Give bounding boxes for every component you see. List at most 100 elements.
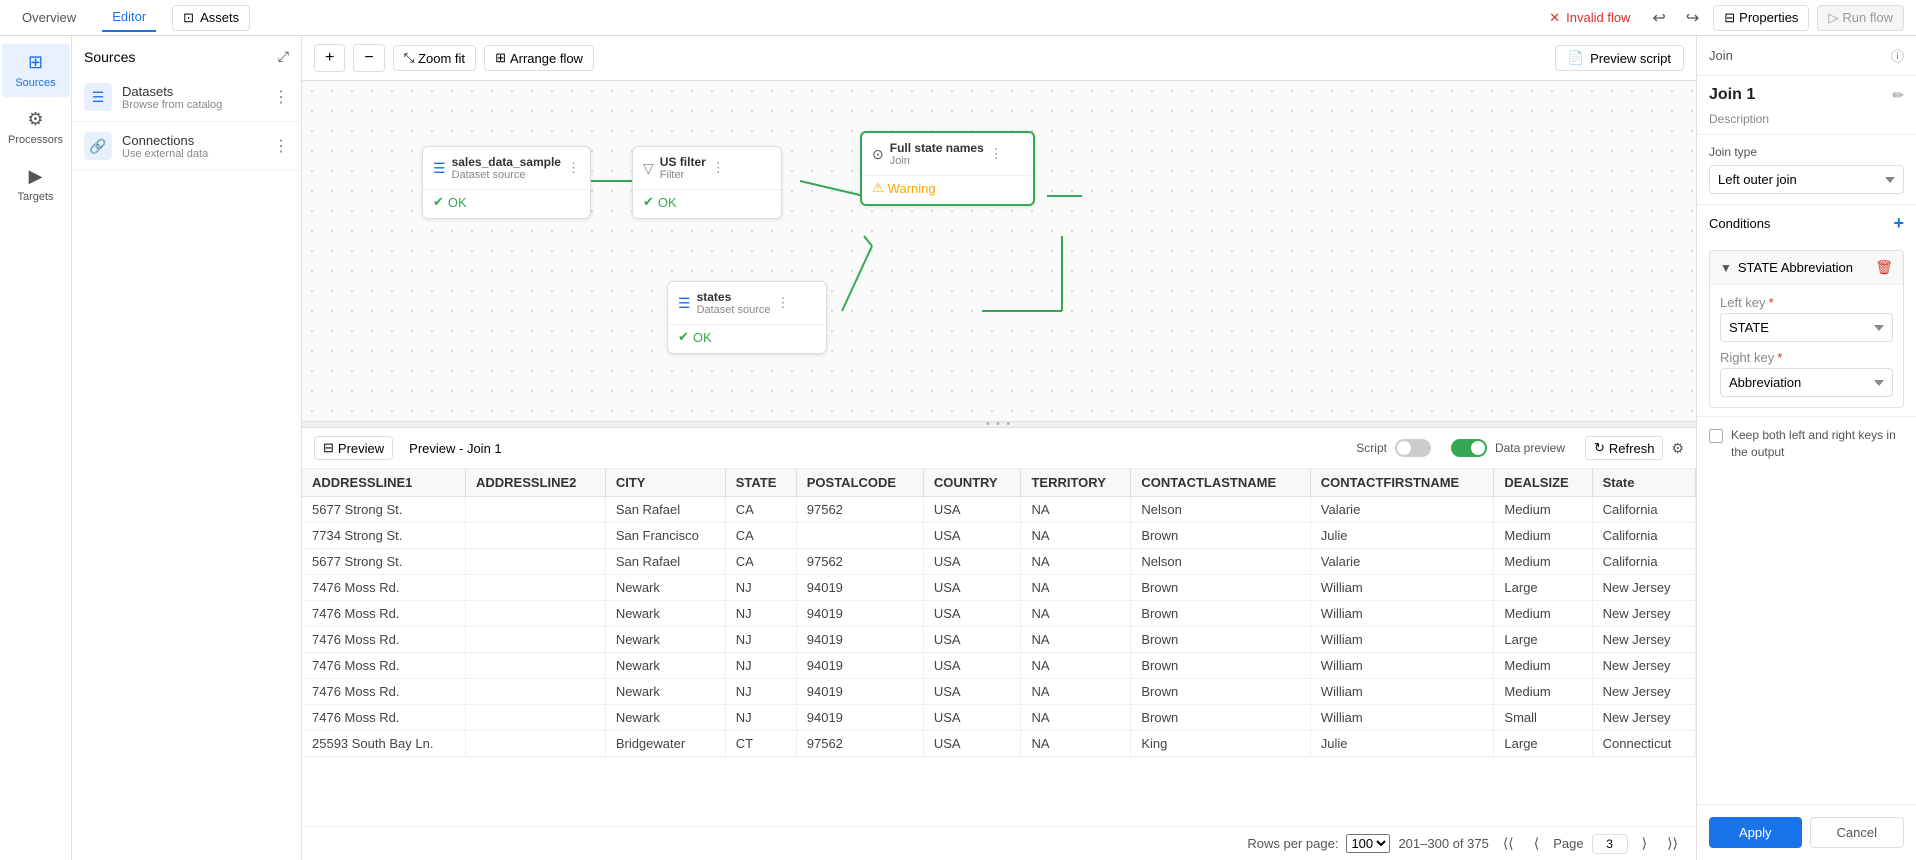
join-type-select[interactable]: Left outer join Inner join Right outer j…	[1709, 165, 1904, 194]
page-next-button[interactable]: ⟩	[1636, 833, 1653, 854]
table-cell: NJ	[725, 601, 796, 627]
table-row: 7476 Moss Rd.NewarkNJ94019USANABrownWill…	[302, 653, 1696, 679]
properties-button[interactable]: ⊟ Properties	[1713, 5, 1809, 31]
run-flow-button[interactable]: ▷ Run flow	[1817, 5, 1904, 31]
table-cell: San Rafael	[605, 497, 725, 523]
sales-ok-icon: ✔	[433, 194, 444, 210]
undo-button[interactable]: ↩	[1646, 4, 1671, 32]
sidebar-item-sources[interactable]: ⊞ Sources	[2, 44, 70, 97]
sidebar-item-processors[interactable]: ⚙ Processors	[2, 101, 70, 154]
refresh-icon: ↻	[1594, 440, 1605, 456]
refresh-button[interactable]: ↻ Refresh	[1585, 436, 1663, 460]
table-cell: 5677 Strong St.	[302, 549, 465, 575]
connections-menu-icon[interactable]: ⋮	[273, 136, 289, 156]
settings-button[interactable]: ⚙	[1671, 440, 1684, 457]
data-table-container[interactable]: ADDRESSLINE1 ADDRESSLINE2 CITY STATE POS…	[302, 469, 1696, 826]
full-state-names-node[interactable]: ⊙ Full state names Join ⋮ ⚠ Warning	[860, 131, 1035, 206]
col-dealsize: DEALSIZE	[1494, 469, 1592, 497]
states-menu[interactable]: ⋮	[777, 295, 790, 311]
us-filter-status: ✔ OK	[643, 194, 771, 210]
invalid-flow-badge: ✕ Invalid flow	[1549, 10, 1630, 26]
us-filter-menu[interactable]: ⋮	[712, 160, 725, 176]
table-cell: NA	[1021, 497, 1131, 523]
join-warning-icon: ⚠	[872, 180, 884, 196]
page-input[interactable]	[1592, 834, 1628, 854]
sales-node-menu[interactable]: ⋮	[567, 160, 580, 176]
table-cell: NA	[1021, 679, 1131, 705]
zoom-in-button[interactable]: +	[314, 44, 345, 72]
data-table: ADDRESSLINE1 ADDRESSLINE2 CITY STATE POS…	[302, 469, 1696, 757]
page-first-button[interactable]: ⟨⟨	[1497, 833, 1520, 854]
properties-icon: ⊟	[1724, 10, 1735, 26]
table-cell: Medium	[1494, 523, 1592, 549]
zoom-fit-button[interactable]: ⤡ Zoom fit	[393, 45, 476, 71]
data-preview-toggle[interactable]	[1451, 439, 1487, 457]
props-edit-button[interactable]: ✏	[1892, 87, 1904, 104]
table-cell: USA	[923, 653, 1021, 679]
tab-overview[interactable]: Overview	[12, 4, 86, 31]
keep-keys-checkbox[interactable]	[1709, 429, 1723, 443]
table-cell: Nelson	[1131, 549, 1310, 575]
table-cell: 94019	[796, 601, 923, 627]
right-key-field: Right key * Abbreviation	[1720, 350, 1893, 397]
datasets-menu-icon[interactable]: ⋮	[273, 87, 289, 107]
data-preview-label: Data preview	[1495, 441, 1565, 455]
sources-icon: ⊞	[28, 52, 43, 73]
tab-editor[interactable]: Editor	[102, 3, 156, 32]
table-cell: New Jersey	[1592, 601, 1695, 627]
topbar: Overview Editor ⊡ Assets ✕ Invalid flow …	[0, 0, 1916, 36]
add-condition-button[interactable]: +	[1893, 213, 1904, 234]
table-cell: CT	[725, 731, 796, 757]
right-key-select[interactable]: Abbreviation	[1720, 368, 1893, 397]
script-toggle[interactable]	[1395, 439, 1431, 457]
table-cell: USA	[923, 731, 1021, 757]
datasets-item[interactable]: ☰ Datasets Browse from catalog ⋮	[72, 73, 301, 122]
us-filter-node[interactable]: ▽ US filter Filter ⋮ ✔ OK	[632, 146, 782, 219]
table-cell: 97562	[796, 549, 923, 575]
redo-button[interactable]: ↪	[1680, 4, 1705, 32]
condition-body: Left key * STATE Right key * Abbreviatio…	[1710, 284, 1903, 407]
sidebar-item-targets[interactable]: ▶ Targets	[2, 158, 70, 211]
table-cell: 7476 Moss Rd.	[302, 653, 465, 679]
table-cell: William	[1310, 679, 1494, 705]
table-cell: New Jersey	[1592, 575, 1695, 601]
apply-button[interactable]: Apply	[1709, 817, 1802, 848]
flow-canvas[interactable]: ☰ sales_data_sample Dataset source ⋮ ✔ O…	[302, 81, 1696, 421]
page-last-button[interactable]: ⟩⟩	[1661, 833, 1684, 854]
table-cell: New Jersey	[1592, 627, 1695, 653]
left-key-select[interactable]: STATE	[1720, 313, 1893, 342]
table-row: 25593 South Bay Ln.BridgewaterCT97562USA…	[302, 731, 1696, 757]
table-cell: Bridgewater	[605, 731, 725, 757]
table-cell: Brown	[1131, 575, 1310, 601]
table-cell	[796, 523, 923, 549]
sources-header: Sources ⤢	[72, 36, 301, 73]
table-cell: 7476 Moss Rd.	[302, 705, 465, 731]
table-cell: California	[1592, 523, 1695, 549]
props-footer: Apply Cancel	[1697, 804, 1916, 860]
condition-expand-icon[interactable]: ▼	[1720, 261, 1732, 275]
preview-script-button[interactable]: 📄 Preview script	[1555, 45, 1684, 71]
zoom-out-button[interactable]: −	[353, 44, 384, 72]
props-title: Join 1	[1709, 86, 1755, 104]
sources-collapse-button[interactable]: ⤢	[278, 48, 289, 65]
arrange-flow-button[interactable]: ⊞ Arrange flow	[484, 45, 594, 71]
table-cell	[465, 523, 605, 549]
states-node[interactable]: ☰ states Dataset source ⋮ ✔ OK	[667, 281, 827, 354]
col-state-full: State	[1592, 469, 1695, 497]
canvas-toolbar: + − ⤡ Zoom fit ⊞ Arrange flow 📄 Preview …	[302, 36, 1696, 81]
tab-assets[interactable]: ⊡ Assets	[172, 5, 250, 31]
page-prev-button[interactable]: ⟨	[1528, 833, 1545, 854]
join-icon: ⊙	[872, 146, 884, 163]
cancel-button[interactable]: Cancel	[1810, 817, 1905, 848]
table-cell: USA	[923, 549, 1021, 575]
table-cell: Medium	[1494, 601, 1592, 627]
condition-delete-button[interactable]: 🗑	[1875, 259, 1893, 276]
preview-button[interactable]: ⊟ Preview	[314, 436, 393, 460]
sidebar: ⊞ Sources ⚙ Processors ▶ Targets	[0, 36, 72, 860]
sales-node[interactable]: ☰ sales_data_sample Dataset source ⋮ ✔ O…	[422, 146, 591, 219]
table-cell: CA	[725, 523, 796, 549]
sources-title: Sources	[84, 49, 135, 65]
connections-item[interactable]: 🔗 Connections Use external data ⋮	[72, 122, 301, 171]
join-node-menu[interactable]: ⋮	[990, 146, 1003, 162]
rows-per-page-select[interactable]: 100 50 200	[1346, 834, 1390, 853]
